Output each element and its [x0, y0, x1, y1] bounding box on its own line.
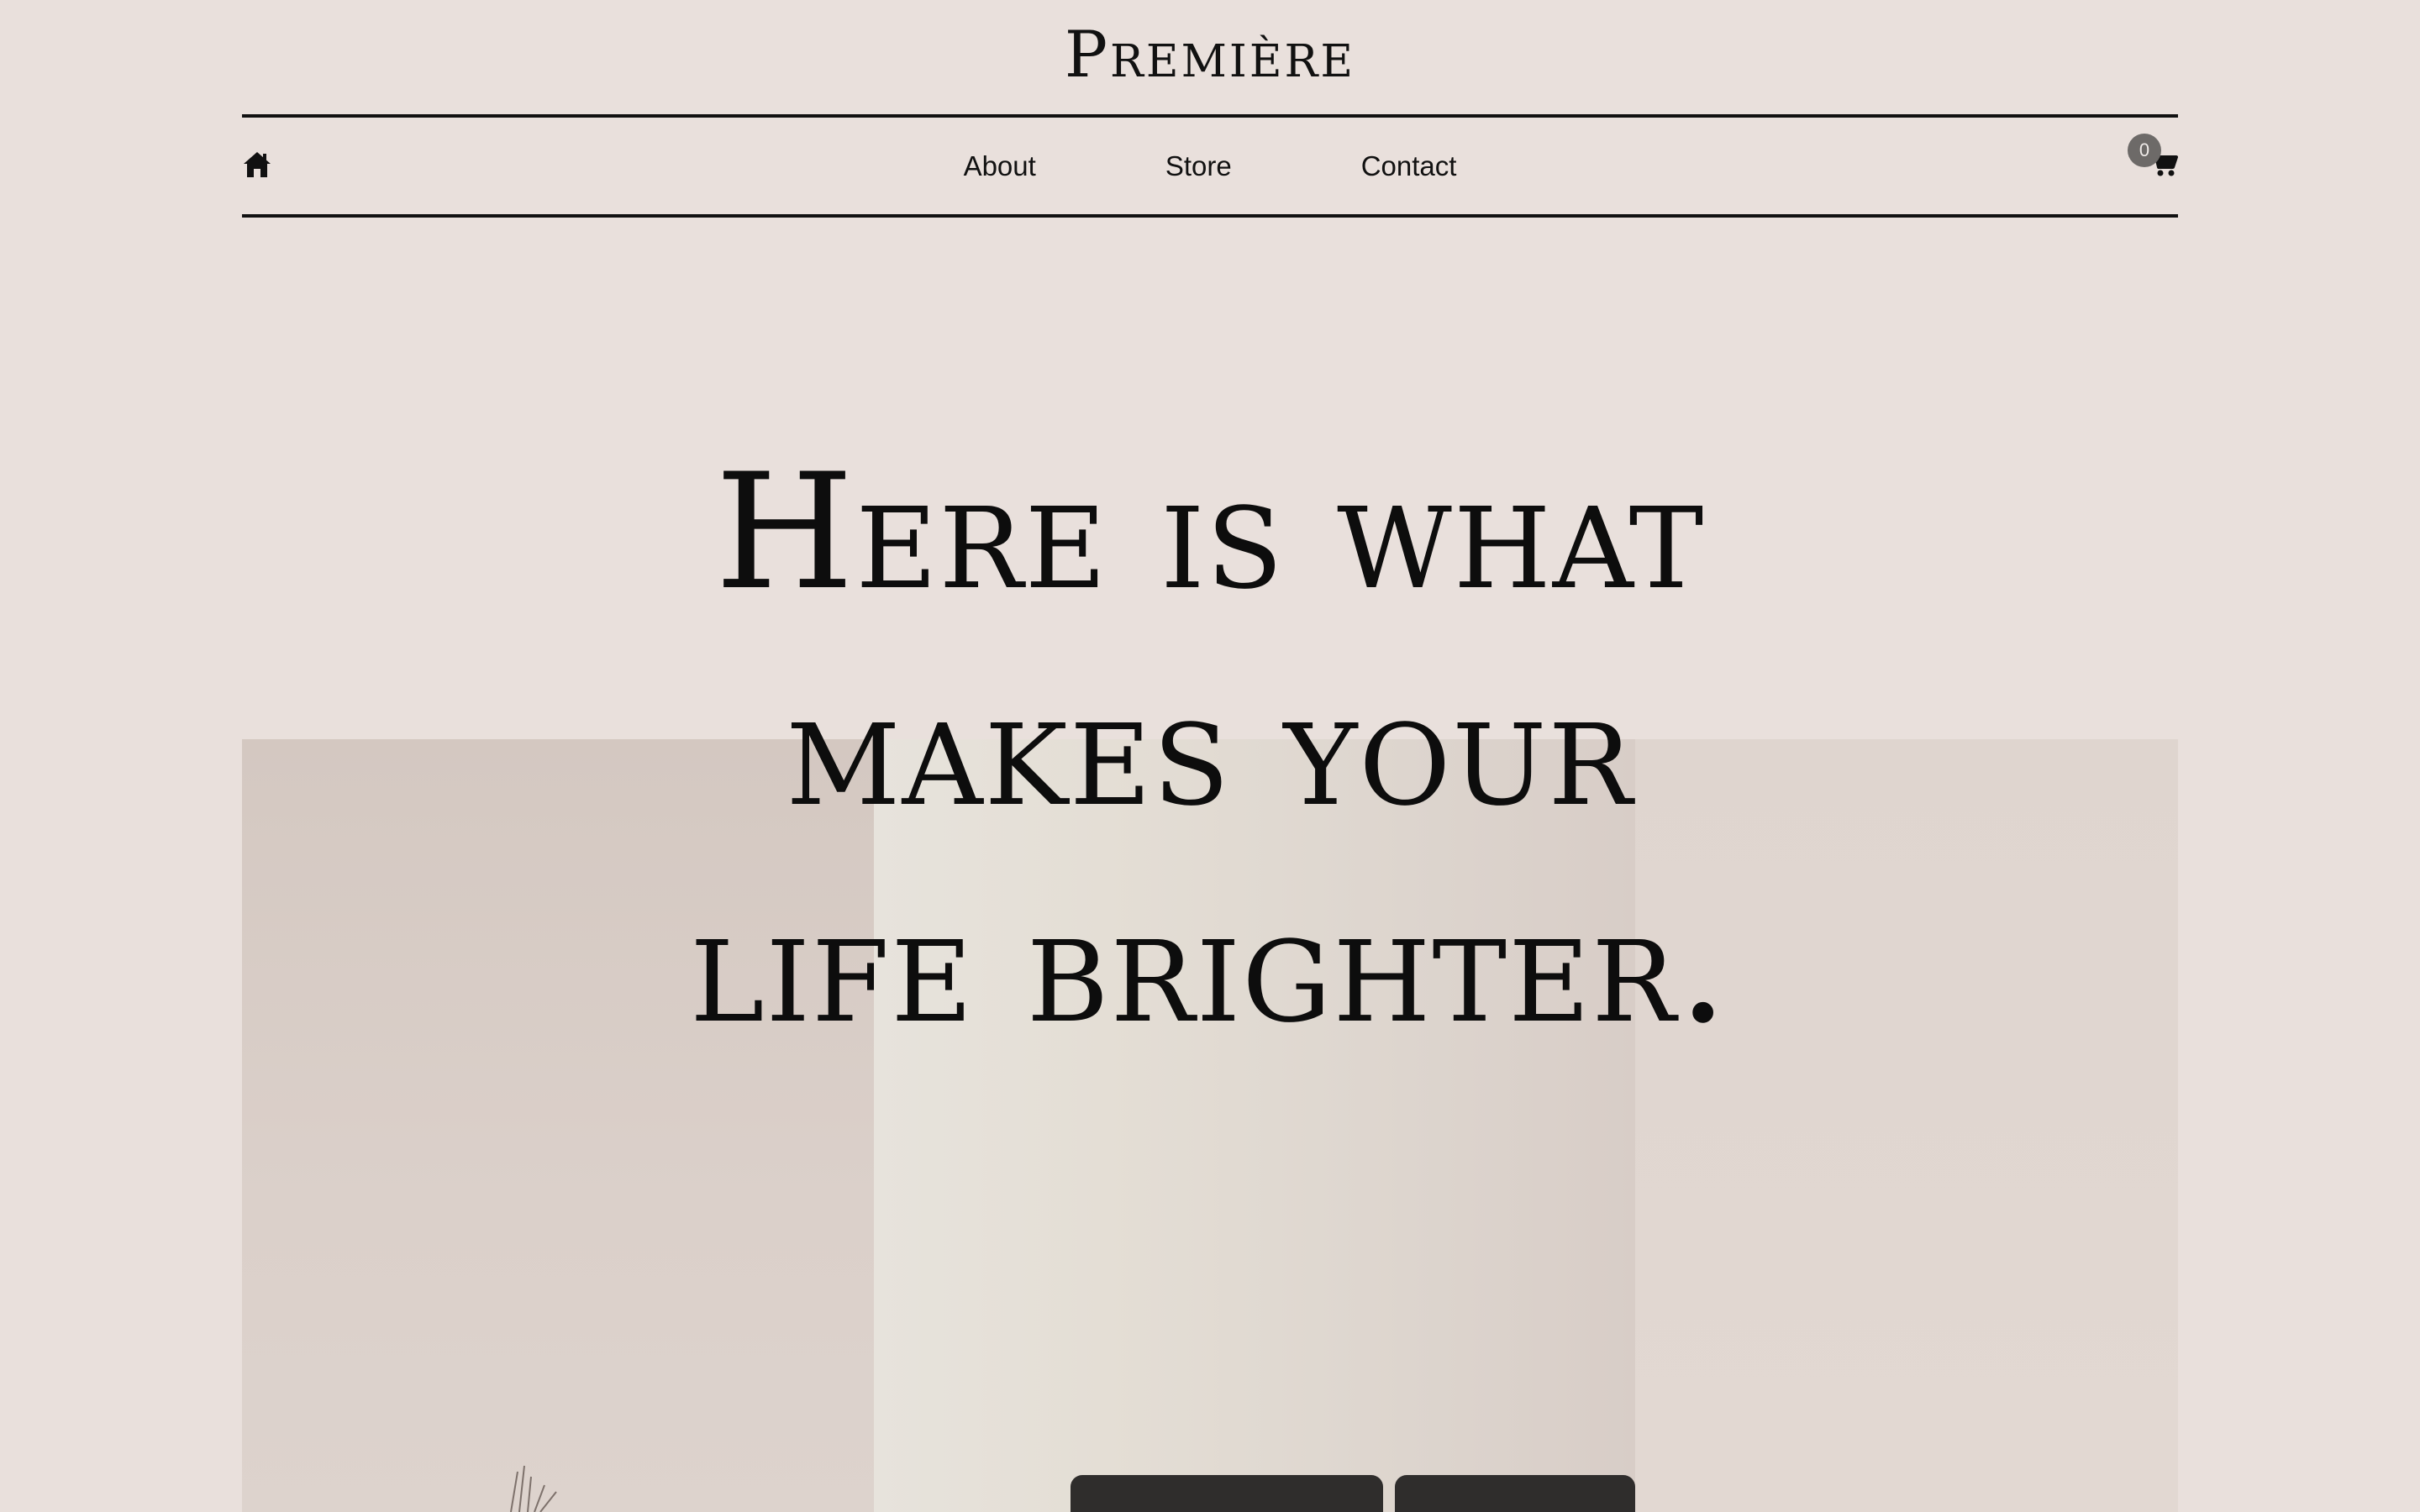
- dried-stems-decoration: [510, 1465, 557, 1512]
- hero-headline-line-1: Here is what: [714, 439, 1706, 625]
- main-nav: About Store Contact 0: [242, 118, 2178, 214]
- cart-button[interactable]: 0: [2128, 134, 2178, 184]
- sofa-cushion-right: [1395, 1475, 1635, 1512]
- hero-headline: Here is what makes your life brighter.: [242, 424, 2178, 1074]
- nav-link-store[interactable]: Store: [1165, 150, 1232, 182]
- bottom-divider: [242, 214, 2178, 218]
- hero-headline-line-3: life brighter.: [690, 873, 1730, 1058]
- nav-link-about[interactable]: About: [964, 150, 1036, 182]
- page: Première About Store Contact 0 Here is w…: [0, 0, 2420, 1512]
- sofa-cushion-left: [1071, 1475, 1383, 1512]
- hero-headline-line-2: makes your: [786, 656, 1634, 842]
- nav-links: About Store Contact: [242, 118, 2178, 214]
- cart-count-badge: 0: [2128, 134, 2161, 167]
- brand-logo[interactable]: Première: [0, 17, 2420, 92]
- nav-link-contact[interactable]: Contact: [1361, 150, 1457, 182]
